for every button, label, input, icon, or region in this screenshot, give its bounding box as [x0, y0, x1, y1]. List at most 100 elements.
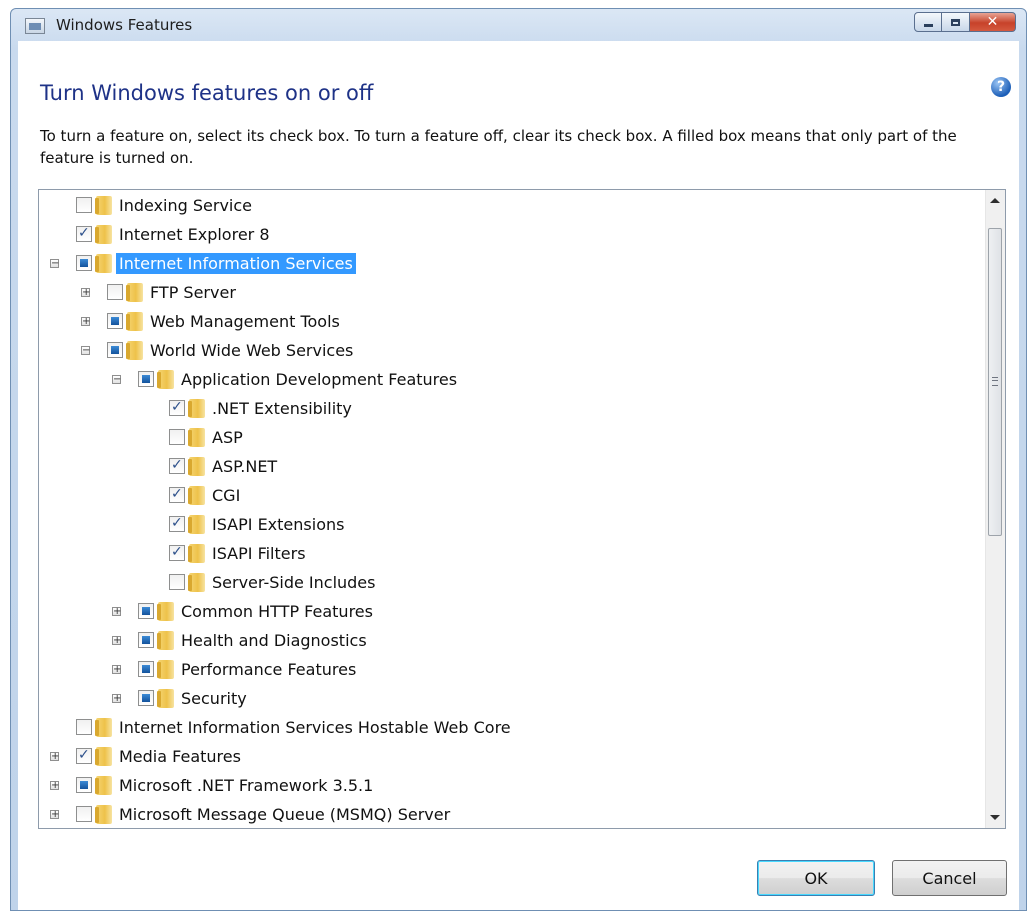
feature-checkbox[interactable] — [107, 342, 123, 358]
feature-checkbox[interactable] — [107, 313, 123, 329]
feature-checkbox[interactable] — [169, 429, 185, 445]
tree-item[interactable]: ASP — [39, 423, 979, 452]
tree-item[interactable]: + FTP Server — [39, 278, 979, 307]
tree-item[interactable]: + Health and Diagnostics — [39, 626, 979, 655]
expand-icon[interactable]: + — [50, 810, 59, 820]
feature-label[interactable]: ISAPI Extensions — [209, 514, 347, 535]
feature-checkbox[interactable] — [138, 632, 154, 648]
tree-item[interactable]: + Performance Features — [39, 655, 979, 684]
feature-checkbox[interactable] — [138, 661, 154, 677]
caption-buttons: ✕ — [914, 12, 1016, 34]
feature-checkbox[interactable] — [76, 719, 92, 735]
feature-checkbox[interactable] — [76, 197, 92, 213]
tree-item[interactable]: − Internet Information Services — [39, 249, 979, 278]
feature-label[interactable]: World Wide Web Services — [147, 340, 356, 361]
expand-icon[interactable]: + — [81, 288, 90, 298]
collapse-icon[interactable]: − — [81, 346, 90, 356]
tree-item[interactable]: ISAPI Extensions — [39, 510, 979, 539]
feature-label[interactable]: Internet Information Services Hostable W… — [116, 717, 514, 738]
minimize-button[interactable] — [914, 12, 942, 32]
expand-icon[interactable]: + — [112, 694, 121, 704]
expand-icon[interactable]: + — [112, 636, 121, 646]
expand-icon[interactable]: + — [50, 752, 59, 762]
feature-checkbox[interactable] — [76, 225, 92, 242]
tree-item[interactable]: − Application Development Features — [39, 365, 979, 394]
tree-item[interactable]: ISAPI Filters — [39, 539, 979, 568]
folder-icon — [126, 312, 143, 331]
vertical-scrollbar[interactable] — [985, 190, 1005, 828]
cancel-button[interactable]: Cancel — [892, 860, 1007, 896]
feature-checkbox[interactable] — [169, 457, 185, 474]
features-tree[interactable]: Indexing Service Internet Explorer 8 − Inte… — [38, 189, 1006, 829]
feature-checkbox[interactable] — [138, 690, 154, 706]
tree-item[interactable]: CGI — [39, 481, 979, 510]
help-icon[interactable]: ? — [991, 77, 1011, 97]
feature-checkbox[interactable] — [169, 486, 185, 503]
tree-item[interactable]: + Microsoft .NET Framework 3.5.1 — [39, 771, 979, 800]
feature-label[interactable]: Application Development Features — [178, 369, 460, 390]
maximize-button[interactable] — [942, 12, 970, 32]
expand-icon[interactable]: + — [112, 607, 121, 617]
tree-item[interactable]: + Common HTTP Features — [39, 597, 979, 626]
feature-label[interactable]: CGI — [209, 485, 243, 506]
feature-label[interactable]: Security — [178, 688, 250, 709]
tree-item[interactable]: − World Wide Web Services — [39, 336, 979, 365]
feature-label[interactable]: Microsoft .NET Framework 3.5.1 — [116, 775, 376, 796]
feature-label[interactable]: ISAPI Filters — [209, 543, 309, 564]
feature-label[interactable]: Internet Explorer 8 — [116, 224, 273, 245]
feature-checkbox[interactable] — [169, 574, 185, 590]
ok-button[interactable]: OK — [757, 860, 875, 896]
folder-icon — [95, 776, 112, 795]
scroll-up-arrow-icon[interactable] — [990, 198, 1000, 203]
feature-label[interactable]: ASP — [209, 427, 246, 448]
folder-icon — [188, 486, 205, 505]
close-button[interactable]: ✕ — [970, 12, 1016, 32]
feature-checkbox[interactable] — [107, 284, 123, 300]
feature-checkbox[interactable] — [76, 806, 92, 822]
feature-label[interactable]: Health and Diagnostics — [178, 630, 370, 651]
scrollbar-thumb[interactable] — [988, 228, 1002, 536]
tree-item[interactable]: Indexing Service — [39, 191, 979, 220]
feature-label[interactable]: Media Features — [116, 746, 244, 767]
folder-icon — [157, 370, 174, 389]
tree-item[interactable]: .NET Extensibility — [39, 394, 979, 423]
feature-checkbox[interactable] — [76, 777, 92, 793]
feature-checkbox[interactable] — [169, 399, 185, 416]
tree-item[interactable]: Internet Explorer 8 — [39, 220, 979, 249]
folder-icon — [188, 428, 205, 447]
page-heading: Turn Windows features on or off — [40, 81, 374, 105]
feature-label[interactable]: ASP.NET — [209, 456, 280, 477]
folder-icon — [95, 254, 112, 273]
collapse-icon[interactable]: − — [50, 259, 59, 269]
feature-label[interactable]: Server-Side Includes — [209, 572, 378, 593]
feature-checkbox[interactable] — [169, 544, 185, 561]
tree-item[interactable]: + Web Management Tools — [39, 307, 979, 336]
tree-item[interactable]: + Microsoft Message Queue (MSMQ) Server — [39, 800, 979, 828]
tree-item[interactable]: Server-Side Includes — [39, 568, 979, 597]
expand-icon[interactable]: + — [81, 317, 90, 327]
feature-label[interactable]: Performance Features — [178, 659, 359, 680]
collapse-icon[interactable]: − — [112, 375, 121, 385]
title-bar[interactable]: Windows Features ✕ — [11, 9, 1026, 41]
tree-item[interactable]: + Media Features — [39, 742, 979, 771]
scroll-down-arrow-icon[interactable] — [990, 815, 1000, 820]
folder-icon — [157, 660, 174, 679]
feature-checkbox[interactable] — [138, 371, 154, 387]
expand-icon[interactable]: + — [50, 781, 59, 791]
feature-label[interactable]: Microsoft Message Queue (MSMQ) Server — [116, 804, 453, 825]
expand-icon[interactable]: + — [112, 665, 121, 675]
feature-checkbox[interactable] — [76, 747, 92, 764]
feature-label[interactable]: Internet Information Services — [116, 253, 356, 274]
tree-item[interactable]: ASP.NET — [39, 452, 979, 481]
feature-label[interactable]: Indexing Service — [116, 195, 255, 216]
feature-label[interactable]: Common HTTP Features — [178, 601, 376, 622]
feature-label[interactable]: Web Management Tools — [147, 311, 343, 332]
feature-checkbox[interactable] — [138, 603, 154, 619]
instructions-text: To turn a feature on, select its check b… — [40, 127, 957, 167]
feature-label[interactable]: FTP Server — [147, 282, 239, 303]
tree-item[interactable]: Internet Information Services Hostable W… — [39, 713, 979, 742]
tree-item[interactable]: + Security — [39, 684, 979, 713]
feature-checkbox[interactable] — [76, 255, 92, 271]
feature-checkbox[interactable] — [169, 515, 185, 532]
feature-label[interactable]: .NET Extensibility — [209, 398, 355, 419]
